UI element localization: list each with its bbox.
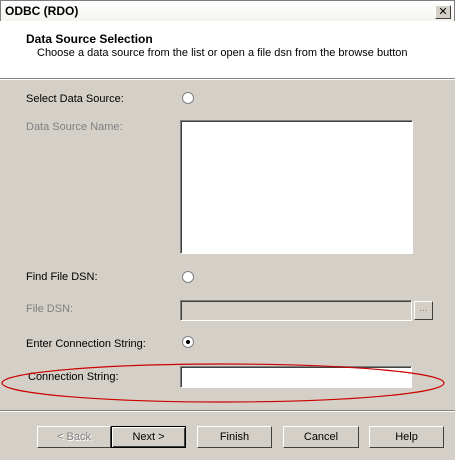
select-data-source-radio[interactable] bbox=[182, 92, 194, 104]
help-button[interactable]: Help bbox=[369, 426, 444, 448]
window-title: ODBC (RDO) bbox=[5, 4, 79, 18]
connection-string-label: Connection String: bbox=[28, 371, 119, 383]
finish-button[interactable]: Finish bbox=[197, 426, 272, 448]
page-subtitle: Choose a data source from the list or op… bbox=[37, 47, 408, 59]
header-divider bbox=[0, 78, 455, 80]
next-button[interactable]: Next > bbox=[111, 426, 186, 448]
find-file-dsn-label: Find File DSN: bbox=[26, 271, 98, 283]
connection-string-input[interactable] bbox=[180, 366, 412, 388]
browse-button[interactable]: ... bbox=[414, 301, 433, 320]
find-file-dsn-radio[interactable] bbox=[182, 271, 194, 283]
file-dsn-label: File DSN: bbox=[26, 303, 74, 315]
wizard-header: Data Source Selection Choose a data sour… bbox=[0, 21, 455, 78]
select-data-source-label: Select Data Source: bbox=[26, 93, 124, 105]
title-bar[interactable]: ODBC (RDO) ✕ bbox=[0, 0, 455, 22]
enter-connection-string-radio[interactable] bbox=[182, 336, 194, 348]
radio-selected-icon bbox=[186, 340, 190, 344]
enter-connection-string-label: Enter Connection String: bbox=[26, 338, 146, 350]
data-source-name-label: Data Source Name: bbox=[26, 121, 123, 133]
odbc-dialog: ODBC (RDO) ✕ Data Source Selection Choos… bbox=[0, 0, 455, 460]
footer-divider bbox=[0, 410, 455, 412]
close-icon: ✕ bbox=[438, 5, 448, 18]
back-button[interactable]: < Back bbox=[37, 426, 111, 448]
page-title: Data Source Selection bbox=[26, 32, 153, 46]
file-dsn-field[interactable] bbox=[180, 300, 412, 321]
data-source-listbox[interactable] bbox=[180, 120, 413, 254]
cancel-button[interactable]: Cancel bbox=[283, 426, 359, 448]
close-button[interactable]: ✕ bbox=[435, 5, 451, 19]
